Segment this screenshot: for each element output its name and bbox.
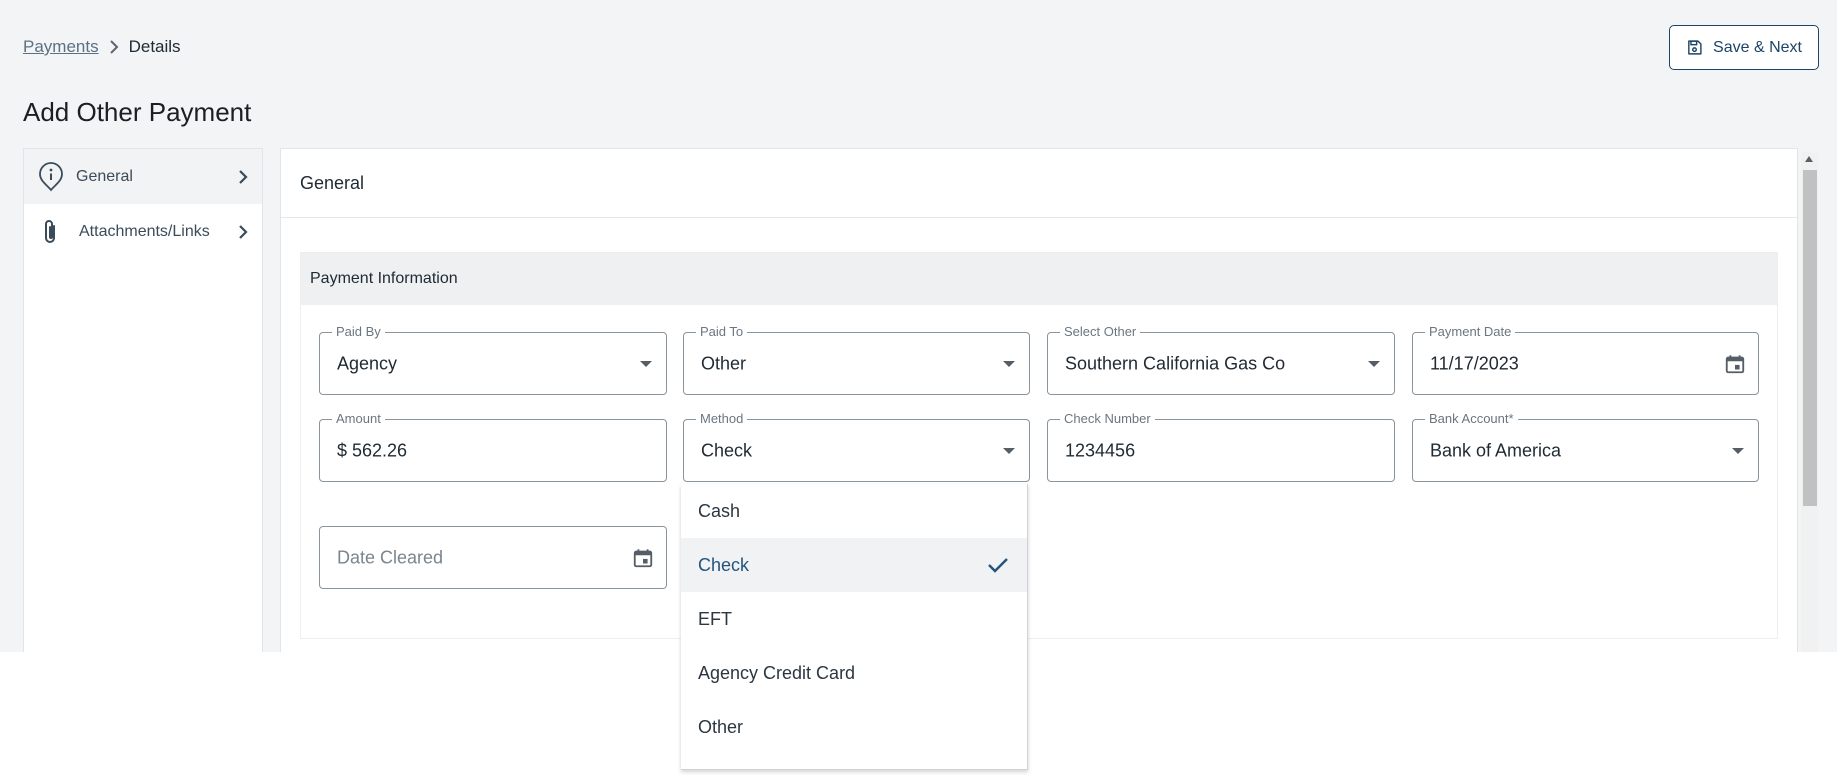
select-other-select[interactable]: Select Other Southern California Gas Co xyxy=(1047,324,1395,395)
payment-date-field[interactable]: Payment Date 11/17/2023 xyxy=(1412,324,1759,395)
save-next-label: Save & Next xyxy=(1713,38,1802,56)
date-cleared-field[interactable]: Date Cleared xyxy=(319,526,667,589)
field-value: Other xyxy=(701,353,747,373)
main-panel: General Payment Information Paid By Agen… xyxy=(280,148,1798,652)
method-dropdown-menu: Cash Check EFT Agency Credit Card Other xyxy=(681,484,1028,770)
field-label: Method xyxy=(696,411,748,426)
caret-down-icon xyxy=(1003,360,1015,367)
breadcrumb-payments-link[interactable]: Payments xyxy=(23,37,99,57)
bank-account-select[interactable]: Bank Account* Bank of America xyxy=(1412,411,1759,482)
method-option-other[interactable]: Other xyxy=(681,700,1027,754)
field-label: Amount xyxy=(332,411,385,426)
field-label: Check Number xyxy=(1060,411,1155,426)
amount-field[interactable]: Amount $ 562.26 xyxy=(319,411,667,482)
method-option-eft[interactable]: EFT xyxy=(681,592,1027,646)
field-label: Payment Date xyxy=(1425,324,1516,339)
info-pin-icon xyxy=(38,161,64,192)
sidebar-item-label: General xyxy=(76,167,133,185)
floppy-disk-icon xyxy=(1686,39,1703,56)
field-label: Select Other xyxy=(1060,324,1141,339)
sidebar-item-label: Attachments/Links xyxy=(79,222,210,240)
section-nav: General Attachments/Links xyxy=(23,148,263,652)
field-value: Agency xyxy=(337,353,398,373)
field-value: $ 562.26 xyxy=(337,440,408,460)
field-value: Bank of America xyxy=(1430,440,1562,460)
calendar-icon[interactable] xyxy=(1724,353,1746,375)
sidebar-item-general[interactable]: General xyxy=(24,149,262,204)
checkmark-icon xyxy=(987,556,1009,574)
option-label: Check xyxy=(698,554,750,575)
field-label: Bank Account* xyxy=(1425,411,1518,426)
method-option-check[interactable]: Check xyxy=(681,538,1027,592)
caret-down-icon xyxy=(1732,447,1744,454)
check-number-field[interactable]: Check Number 1234456 xyxy=(1047,411,1395,482)
panel-title: General xyxy=(281,149,1797,218)
method-select[interactable]: Method Check xyxy=(683,411,1030,482)
caret-down-icon xyxy=(1368,360,1380,367)
field-value: Check xyxy=(701,440,753,460)
page-scrollbar[interactable] xyxy=(1801,152,1818,652)
paperclip-icon xyxy=(40,218,60,246)
field-label: Paid By xyxy=(332,324,385,339)
scroll-up-arrow-icon[interactable] xyxy=(1805,156,1813,162)
field-label: Paid To xyxy=(696,324,748,339)
save-next-button[interactable]: Save & Next xyxy=(1669,25,1819,70)
breadcrumb: Payments Details xyxy=(23,37,181,57)
method-option-agency-credit-card[interactable]: Agency Credit Card xyxy=(681,646,1027,700)
payment-information-section: Payment Information Paid By Agency Paid … xyxy=(300,252,1778,639)
field-value: 11/17/2023 xyxy=(1430,353,1519,373)
calendar-icon[interactable] xyxy=(632,547,654,569)
field-placeholder: Date Cleared xyxy=(337,547,444,567)
sidebar-item-attachments[interactable]: Attachments/Links xyxy=(24,204,262,259)
paid-by-select[interactable]: Paid By Agency xyxy=(319,324,667,395)
chevron-right-icon xyxy=(238,224,248,240)
paid-to-select[interactable]: Paid To Other xyxy=(683,324,1030,395)
caret-down-icon xyxy=(1003,447,1015,454)
page-title: Add Other Payment xyxy=(23,97,252,127)
field-value: Southern California Gas Co xyxy=(1065,353,1286,373)
section-title: Payment Information xyxy=(301,253,1777,305)
scrollbar-thumb[interactable] xyxy=(1803,170,1817,506)
method-option-cash[interactable]: Cash xyxy=(681,484,1027,538)
field-value: 1234456 xyxy=(1065,440,1136,460)
breadcrumb-current: Details xyxy=(128,37,181,56)
caret-down-icon xyxy=(640,360,652,367)
chevron-right-icon xyxy=(238,169,248,185)
chevron-right-icon xyxy=(109,40,119,54)
